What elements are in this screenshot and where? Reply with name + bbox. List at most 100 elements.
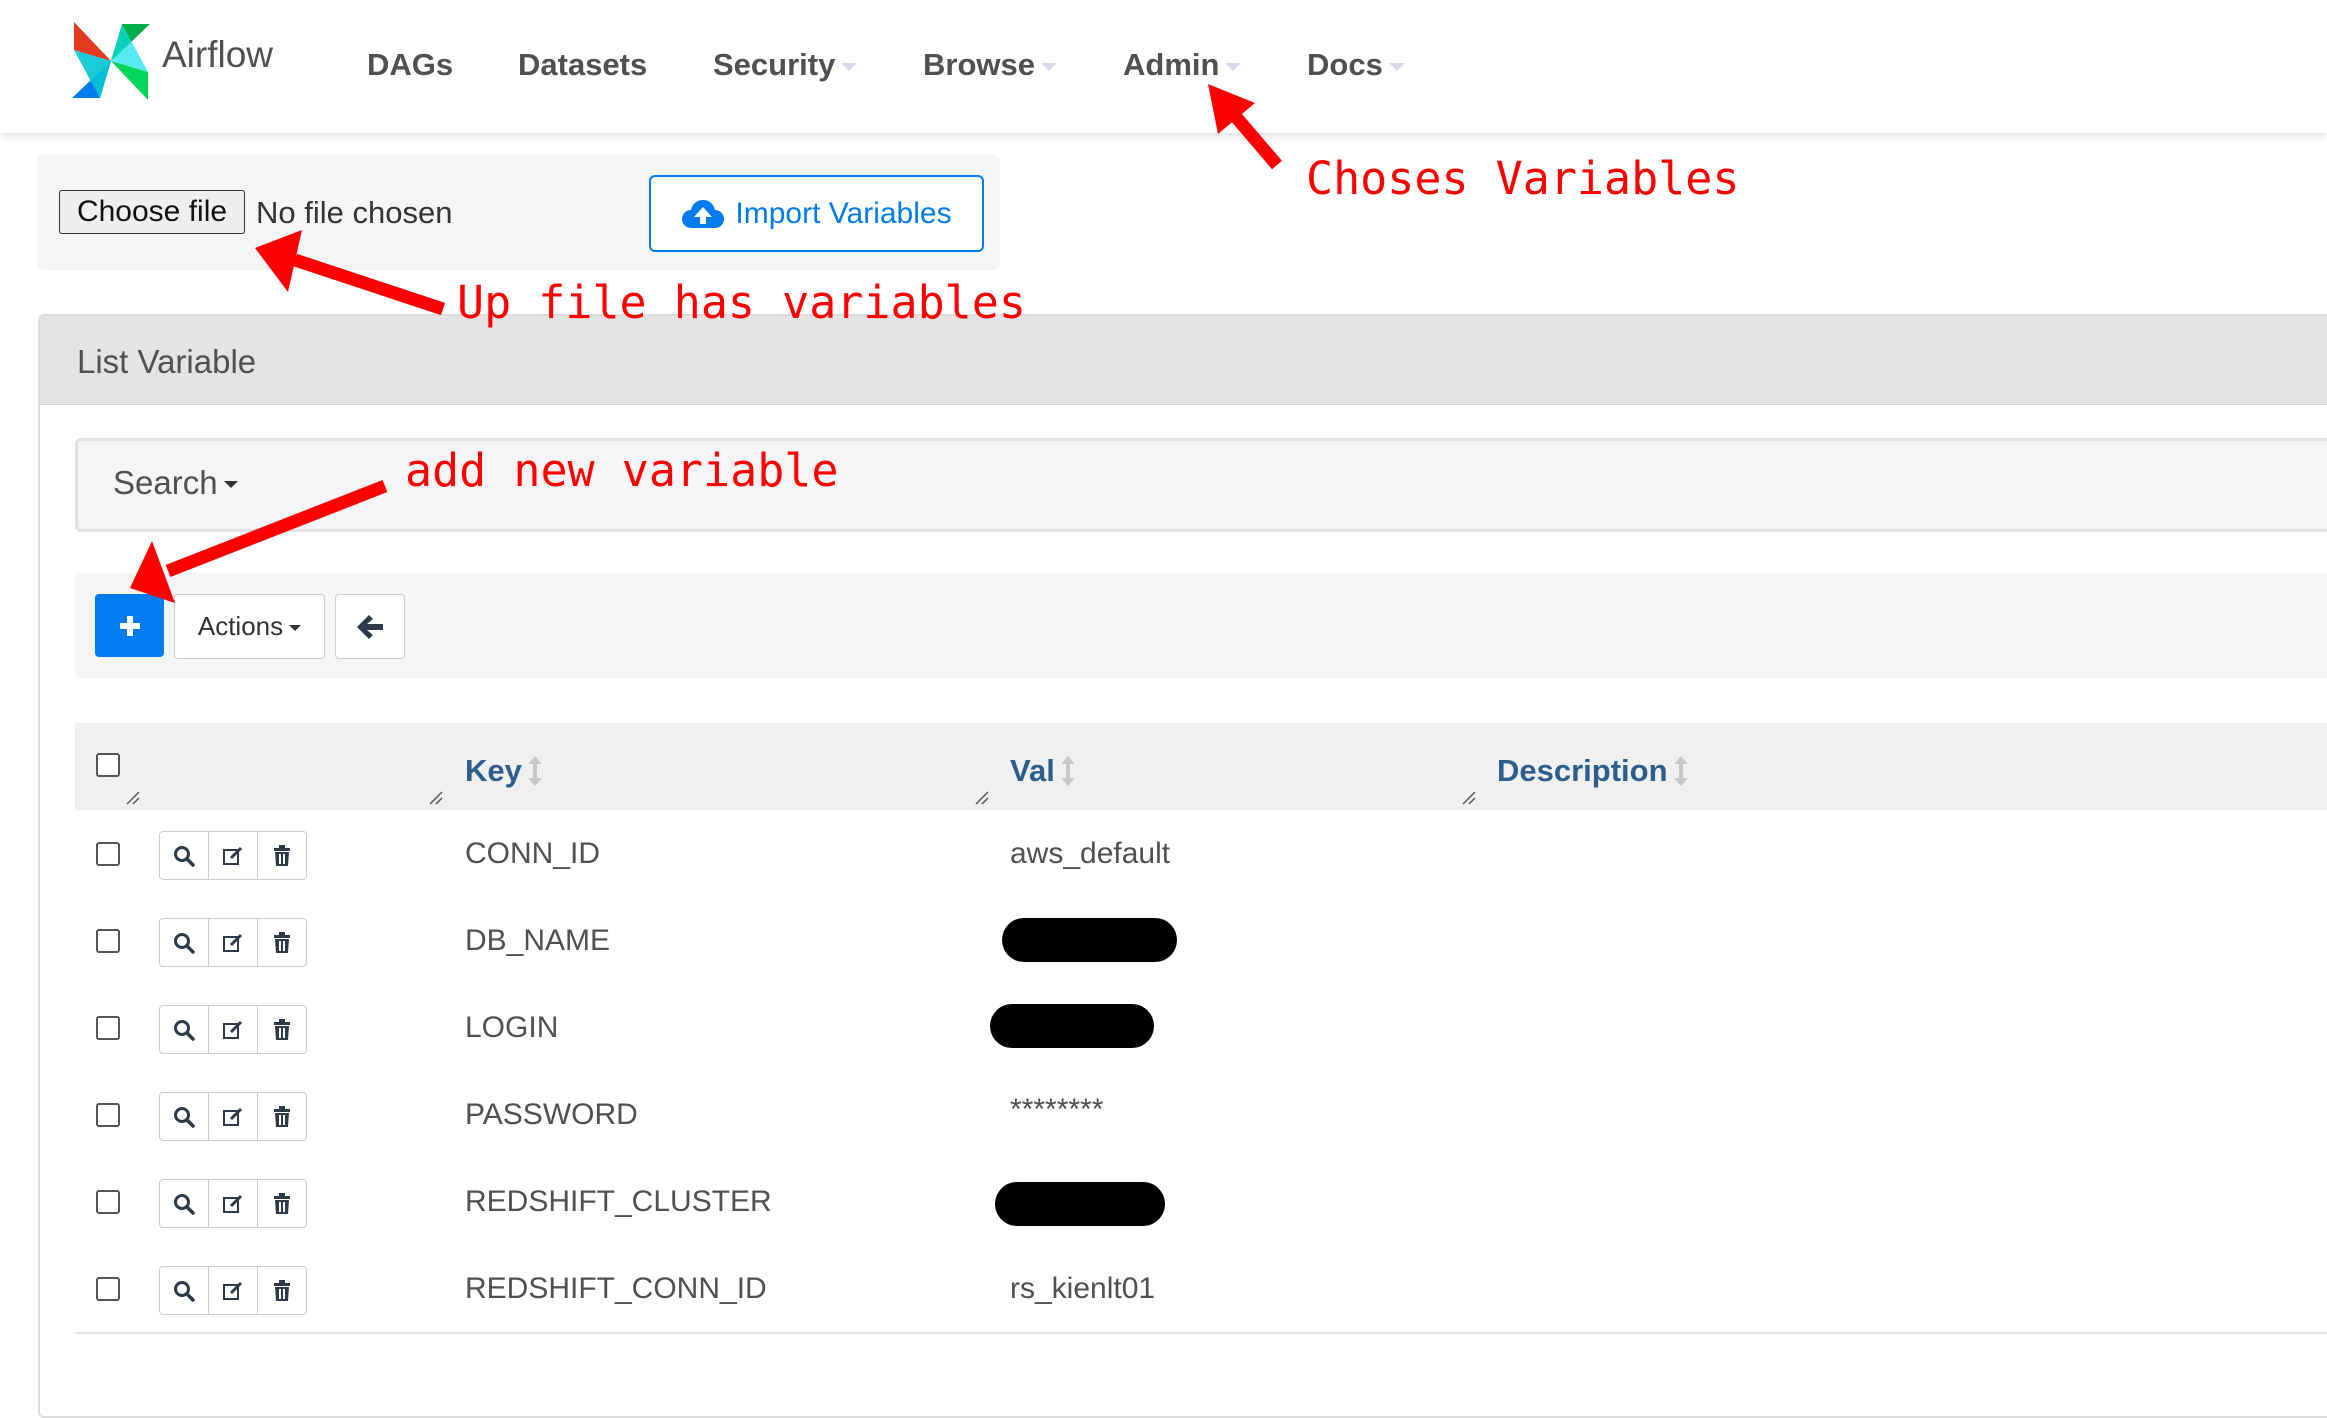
nav-security[interactable]: Security: [713, 47, 858, 83]
nav-admin[interactable]: Admin: [1123, 47, 1242, 83]
search-icon: [174, 845, 195, 867]
sort-icon: [1673, 756, 1688, 786]
nav-browse[interactable]: Browse: [923, 47, 1057, 83]
brand-name: Airflow: [162, 34, 274, 75]
select-all-checkbox[interactable]: [96, 753, 120, 777]
column-description[interactable]: Description: [1497, 753, 1688, 789]
import-variables-button[interactable]: Import Variables: [649, 175, 984, 252]
nav-label: DAGs: [367, 47, 454, 82]
redacted-value: [990, 1004, 1154, 1048]
caret-down-icon: [841, 63, 858, 71]
table-row: [75, 1245, 2327, 1334]
delete-record-button[interactable]: [258, 1006, 306, 1053]
annotation-add: add new variable: [405, 444, 839, 497]
row-action-group: [159, 1092, 307, 1141]
airflow-logo-icon: [72, 22, 150, 100]
row-checkbox[interactable]: [96, 929, 120, 953]
cell-key: DB_NAME: [465, 924, 611, 957]
caret-down-icon: [1040, 63, 1057, 71]
column-resize-handle[interactable]: [974, 790, 990, 806]
row-action-group: [159, 918, 307, 967]
row-action-group: [159, 831, 307, 880]
trash-icon: [274, 1018, 290, 1040]
annotation-admin: Choses Variables: [1306, 152, 1740, 205]
delete-record-button[interactable]: [258, 1267, 306, 1314]
cell-key: REDSHIFT_CLUSTER: [465, 1185, 772, 1218]
view-record-button[interactable]: [160, 919, 209, 966]
import-label: Import Variables: [735, 196, 952, 230]
sort-icon: [527, 756, 542, 786]
delete-record-button[interactable]: [258, 1093, 306, 1140]
nav-dags[interactable]: DAGs: [367, 47, 453, 83]
nav-label: Browse: [923, 47, 1035, 82]
cell-val: aws_default: [1010, 837, 1171, 870]
search-icon: [174, 1106, 195, 1128]
brand[interactable]: Airflow: [70, 20, 273, 102]
row-checkbox[interactable]: [96, 1190, 120, 1214]
caret-down-icon: [223, 480, 238, 488]
row-action-group: [159, 1179, 307, 1228]
edit-record-button[interactable]: [209, 1006, 258, 1053]
column-resize-handle[interactable]: [125, 790, 141, 806]
cell-val: rs_kienlt01: [1010, 1272, 1156, 1305]
edit-icon: [223, 933, 243, 952]
cell-key: LOGIN: [465, 1011, 559, 1044]
redacted-value: [1002, 918, 1177, 962]
row-action-group: [159, 1005, 307, 1054]
edit-record-button[interactable]: [209, 1093, 258, 1140]
edit-record-button[interactable]: [209, 1267, 258, 1314]
search-label: Search: [113, 464, 218, 501]
edit-record-button[interactable]: [209, 1180, 258, 1227]
back-button[interactable]: [335, 594, 405, 659]
view-record-button[interactable]: [160, 1180, 209, 1227]
view-record-button[interactable]: [160, 832, 209, 879]
delete-record-button[interactable]: [258, 919, 306, 966]
delete-record-button[interactable]: [258, 1180, 306, 1227]
annotation-upload: Up file has variables: [457, 276, 1026, 329]
edit-record-button[interactable]: [209, 919, 258, 966]
search-icon: [174, 1019, 195, 1041]
actions-dropdown[interactable]: Actions: [174, 594, 325, 659]
view-record-button[interactable]: [160, 1006, 209, 1053]
nav-datasets[interactable]: Datasets: [518, 47, 647, 83]
row-checkbox[interactable]: [96, 1016, 120, 1040]
row-checkbox[interactable]: [96, 1103, 120, 1127]
trash-icon: [274, 1192, 290, 1214]
table-header: [75, 723, 2327, 811]
nav-label: Admin: [1123, 47, 1220, 82]
cell-key: CONN_ID: [465, 837, 601, 870]
row-checkbox[interactable]: [96, 842, 120, 866]
table-row: [75, 1071, 2327, 1160]
column-label: Description: [1497, 753, 1668, 788]
column-val[interactable]: Val: [1010, 753, 1075, 789]
column-key[interactable]: Key: [465, 753, 542, 789]
nav-docs[interactable]: Docs: [1307, 47, 1405, 83]
nav-label: Security: [713, 47, 836, 82]
trash-icon: [274, 1279, 290, 1301]
edit-record-button[interactable]: [209, 832, 258, 879]
trash-icon: [274, 931, 290, 953]
panel-title: List Variable: [77, 343, 257, 380]
trash-icon: [274, 1105, 290, 1127]
top-navbar: Airflow DAGs Datasets Security Browse Ad…: [0, 0, 2327, 133]
edit-icon: [223, 846, 243, 865]
row-action-group: [159, 1266, 307, 1315]
table-row: [75, 810, 2327, 899]
column-resize-handle[interactable]: [1461, 790, 1477, 806]
column-resize-handle[interactable]: [428, 790, 444, 806]
table-row: [75, 897, 2327, 986]
row-checkbox[interactable]: [96, 1277, 120, 1301]
edit-icon: [223, 1020, 243, 1039]
edit-icon: [223, 1194, 243, 1213]
cell-key: REDSHIFT_CONN_ID: [465, 1272, 767, 1305]
search-icon: [174, 1280, 195, 1302]
add-variable-button[interactable]: [95, 594, 164, 657]
search-dropdown[interactable]: Search: [113, 464, 238, 502]
view-record-button[interactable]: [160, 1093, 209, 1140]
delete-record-button[interactable]: [258, 832, 306, 879]
trash-icon: [274, 844, 290, 866]
view-record-button[interactable]: [160, 1267, 209, 1314]
choose-file-button[interactable]: Choose file: [59, 190, 245, 234]
column-label: Val: [1010, 753, 1055, 788]
edit-icon: [223, 1281, 243, 1300]
